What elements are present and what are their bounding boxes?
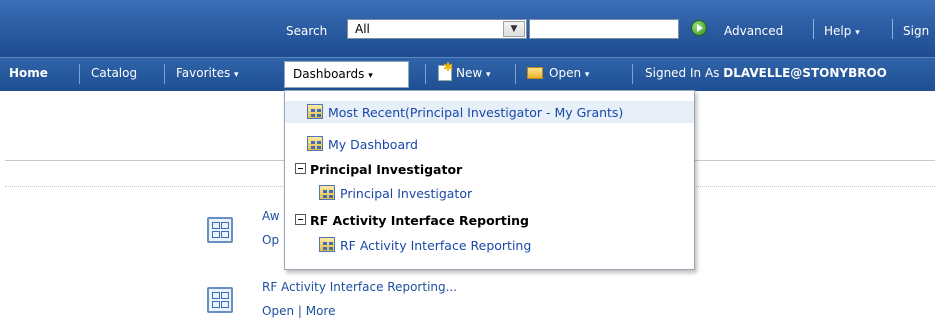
signed-in-info: Signed In As DLAVELLE@STONYBROO	[645, 66, 887, 80]
chevron-down-icon: ▾	[584, 70, 590, 80]
menu-item-label: Most Recent(Principal Investigator - My …	[328, 105, 624, 120]
nav-favorites[interactable]: Favorites ▾	[176, 66, 239, 80]
dashboard-icon[interactable]	[207, 287, 233, 313]
divider	[892, 19, 893, 39]
nav-new[interactable]: New ▾	[456, 66, 491, 80]
nav-home[interactable]: Home	[9, 66, 48, 80]
search-label: Search	[286, 24, 328, 38]
signed-in-label: Signed In As	[645, 66, 720, 80]
menu-group-rf-activity[interactable]: RF Activity Interface Reporting	[285, 209, 694, 231]
main-navigation: Home Catalog Favorites ▾ Dashboards ▾ Ne…	[0, 57, 935, 91]
global-header: Search All ▼ Advanced Help ▾ Sign	[0, 0, 935, 57]
divider	[164, 64, 165, 84]
menu-group-principal-investigator[interactable]: Principal Investigator	[285, 158, 694, 180]
chevron-down-icon: ▾	[368, 71, 373, 81]
dashboards-dropdown-menu: Most Recent(Principal Investigator - My …	[284, 90, 695, 270]
divider	[515, 64, 516, 84]
menu-item-my-dashboard[interactable]: My Dashboard	[285, 133, 694, 155]
collapse-minus-icon[interactable]	[295, 214, 306, 225]
user-name: DLAVELLE@STONYBROO	[723, 66, 887, 80]
divider	[79, 64, 80, 84]
help-label: Help	[824, 24, 852, 38]
nav-dashboards[interactable]: Dashboards ▾	[284, 61, 409, 88]
dashboard-icon	[319, 237, 335, 252]
chevron-down-icon: ▾	[855, 28, 860, 38]
search-input[interactable]	[529, 19, 679, 39]
divider	[813, 19, 814, 39]
dashboard-icon	[307, 136, 323, 151]
menu-item-label: My Dashboard	[328, 137, 418, 152]
help-menu[interactable]: Help ▾	[824, 24, 860, 38]
divider	[425, 64, 426, 84]
menu-group-heading: Principal Investigator	[310, 162, 463, 177]
collapse-minus-icon[interactable]	[295, 163, 306, 174]
search-scope-value: All	[355, 22, 370, 36]
content-item-title[interactable]: RF Activity Interface Reporting...	[262, 280, 457, 294]
nav-open[interactable]: Open ▾	[549, 66, 589, 80]
new-icon	[438, 60, 453, 81]
menu-item-principal-investigator[interactable]: Principal Investigator	[285, 182, 694, 204]
advanced-search-link[interactable]: Advanced	[724, 24, 783, 38]
sign-out-link[interactable]: Sign	[903, 24, 929, 38]
dashboard-icon	[307, 104, 323, 119]
content-item-links[interactable]: Op	[262, 233, 279, 247]
nav-catalog[interactable]: Catalog	[91, 66, 137, 80]
content-item-title[interactable]: Aw	[262, 209, 280, 223]
new-label: New	[456, 66, 483, 80]
chevron-down-icon: ▾	[486, 70, 491, 80]
search-scope-select[interactable]: All ▼	[347, 19, 527, 39]
dashboard-icon[interactable]	[207, 217, 233, 243]
folder-icon	[527, 67, 543, 79]
favorites-label: Favorites	[176, 66, 231, 80]
dashboard-icon	[319, 185, 335, 200]
open-label: Open	[549, 66, 582, 80]
chevron-down-icon: ▾	[234, 70, 239, 80]
dashboards-label: Dashboards	[293, 67, 365, 81]
menu-item-label: Principal Investigator	[340, 186, 473, 201]
menu-item-rf-activity[interactable]: RF Activity Interface Reporting	[285, 234, 694, 256]
go-arrow-icon[interactable]	[691, 20, 707, 36]
chevron-down-icon[interactable]: ▼	[503, 21, 525, 37]
menu-group-heading: RF Activity Interface Reporting	[310, 213, 529, 228]
menu-item-label: RF Activity Interface Reporting	[340, 238, 532, 253]
menu-item-most-recent[interactable]: Most Recent(Principal Investigator - My …	[285, 101, 694, 123]
divider	[632, 64, 633, 84]
